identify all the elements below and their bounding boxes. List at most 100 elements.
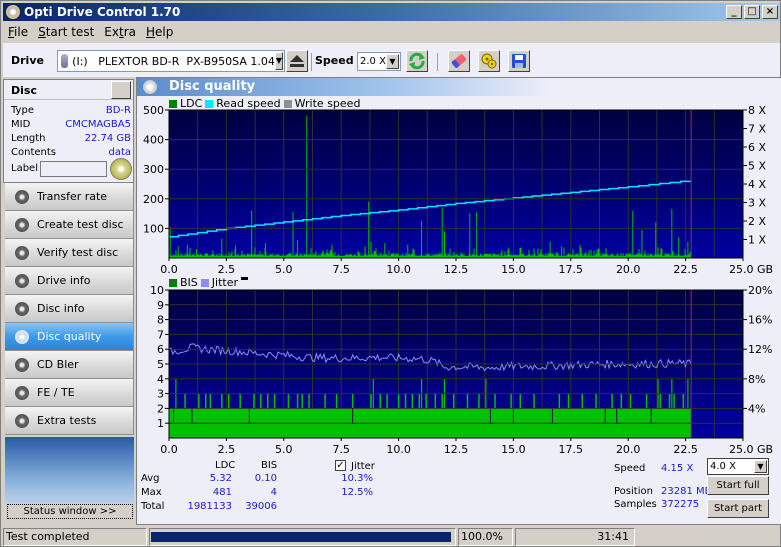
y-tick-label-right: 4% xyxy=(748,402,765,415)
x-tick-label: 20.0 xyxy=(616,263,641,276)
panel-title: Disc quality xyxy=(169,79,256,94)
speed-select[interactable]: 2.0 X ▼ xyxy=(357,52,401,71)
drive-icon xyxy=(61,54,69,68)
progress-percent: 100.0% xyxy=(458,528,513,546)
disc-quality-panel: Disc quality LDC Read speed Write speed … xyxy=(136,77,781,525)
nav-item-label: Extra tests xyxy=(37,414,97,427)
settings-button[interactable] xyxy=(478,50,500,72)
disc-type-key: Type xyxy=(11,105,34,116)
avg-jitter: 10.3% xyxy=(341,473,373,484)
speed-value: 4.15 X xyxy=(661,463,694,474)
y-tick-label-left: 200 xyxy=(143,193,164,206)
app-window: Opti Drive Control 1.70 _ □ × File Start… xyxy=(0,0,781,547)
disc-label-key: Label xyxy=(11,163,38,174)
menu-extra[interactable]: Extra xyxy=(99,25,141,39)
maximize-button[interactable]: □ xyxy=(744,5,760,19)
settings-icon xyxy=(481,53,497,69)
chevron-down-icon[interactable]: ▼ xyxy=(754,460,767,473)
nav-item-disc-info[interactable]: Disc info xyxy=(5,295,134,323)
save-icon xyxy=(512,54,526,68)
start-full-button[interactable]: Start full xyxy=(707,476,769,495)
close-button[interactable]: × xyxy=(762,5,778,19)
disc-refresh-button[interactable] xyxy=(111,81,131,99)
disc-test-icon xyxy=(15,329,29,344)
y-tick-label-left: 500 xyxy=(143,104,164,117)
disc-label-input[interactable] xyxy=(40,161,107,177)
nav-item-verify-test-disc[interactable]: Verify test disc xyxy=(5,239,134,267)
disc-length-value: 22.74 GB xyxy=(84,133,131,144)
drive-value: (I:) PLEXTOR BD-R PX-B950SA 1.04 xyxy=(72,54,275,68)
y-tick-label-right: 1 X xyxy=(748,234,766,247)
toolbar-separator xyxy=(311,53,312,71)
minimize-button[interactable]: _ xyxy=(726,5,742,19)
elapsed-time: 31:41 xyxy=(515,528,635,546)
erase-button[interactable] xyxy=(448,50,470,72)
nav-item-label: Verify test disc xyxy=(37,246,119,259)
eject-button[interactable] xyxy=(286,50,308,72)
x-tick-label: 12.5 xyxy=(444,443,469,456)
samples-value: 372275 xyxy=(661,499,700,510)
y-tick-label-left: 7 xyxy=(157,328,164,341)
total-ldc: 1981133 xyxy=(187,501,232,512)
x-tick-label: 25.0 GB xyxy=(729,263,773,276)
x-tick-label: 0.0 xyxy=(160,263,178,276)
start-part-button[interactable]: Start part xyxy=(707,499,769,518)
y-tick-label-right: 12% xyxy=(748,343,772,356)
y-tick-label-left: 2 xyxy=(157,402,164,415)
disc-mid-key: MID xyxy=(11,119,31,130)
drive-label: Drive xyxy=(11,54,44,67)
nav-item-label: Drive info xyxy=(37,274,91,287)
x-tick-label: 0.0 xyxy=(160,443,178,456)
refresh-button[interactable] xyxy=(406,50,428,72)
y-tick-label-right: 7 X xyxy=(748,123,766,136)
y-tick-label-left: 5 xyxy=(157,358,164,371)
row-total-label: Total xyxy=(141,501,165,512)
test-speed-value: 4.0 X xyxy=(710,461,736,472)
y-tick-label-right: 4 X xyxy=(748,178,766,191)
jitter-checkbox-label: Jitter xyxy=(351,461,375,472)
test-speed-select[interactable]: 4.0 X ▼ xyxy=(707,458,769,475)
disc-test-icon xyxy=(15,301,29,316)
menu-file[interactable]: File xyxy=(3,25,33,39)
avg-ldc: 5.32 xyxy=(209,473,232,484)
nav-item-cd-bler[interactable]: CD Bler xyxy=(5,351,134,379)
nav-item-fe-te[interactable]: FE / TE xyxy=(5,379,134,407)
disc-test-icon xyxy=(15,217,29,232)
y-tick-label-left: 1 xyxy=(157,417,164,430)
chevron-down-icon[interactable]: ▼ xyxy=(386,54,399,69)
eject-icon xyxy=(290,55,304,67)
disc-contents-key: Contents xyxy=(11,147,56,158)
nav-background xyxy=(5,437,134,503)
nav-item-extra-tests[interactable]: Extra tests xyxy=(5,407,134,435)
speed-label: Speed xyxy=(315,54,354,67)
nav-item-label: Disc quality xyxy=(37,330,102,343)
disc-test-icon xyxy=(15,357,29,372)
disc-header-label: Disc xyxy=(11,84,37,97)
disc-test-icon xyxy=(15,273,29,288)
nav-item-disc-quality[interactable]: Disc quality xyxy=(5,323,134,351)
toolbar-separator xyxy=(437,53,438,71)
y-tick-label-right: 8 X xyxy=(748,104,766,117)
drive-select[interactable]: (I:) PLEXTOR BD-R PX-B950SA 1.04 ▼ xyxy=(57,50,285,72)
disc-label-cd-icon[interactable] xyxy=(110,158,132,180)
x-tick-label: 10.0 xyxy=(386,263,411,276)
nav-item-drive-info[interactable]: Drive info xyxy=(5,267,134,295)
nav-item-create-test-disc[interactable]: Create test disc xyxy=(5,211,134,239)
position-label: Position xyxy=(614,486,653,497)
disc-contents-value: data xyxy=(108,147,131,158)
save-button[interactable] xyxy=(508,50,530,72)
x-tick-label: 5.0 xyxy=(275,263,293,276)
bis-jitter-chart: 123456789104%8%12%16%20%0.0 2.5 5.0 7.5 10.0… xyxy=(150,284,773,456)
menu-start-test[interactable]: Start test xyxy=(33,25,99,39)
progress-fill xyxy=(151,532,451,542)
y-tick-label-right: 5 X xyxy=(748,160,766,173)
chevron-down-icon[interactable]: ▼ xyxy=(274,52,283,70)
y-tick-label-right: 3 X xyxy=(748,197,766,210)
disc-length-row: Length 22.74 GB xyxy=(11,133,131,144)
menu-help[interactable]: Help xyxy=(141,25,178,39)
jitter-checkbox[interactable]: ✓ xyxy=(335,460,346,471)
status-window-button[interactable]: Status window >> xyxy=(7,504,133,519)
nav-item-transfer-rate[interactable]: Transfer rate xyxy=(5,183,134,211)
x-tick-label: 2.5 xyxy=(218,443,236,456)
sidebar: Disc Type BD-R MID CMCMAGBA5 Length 22.74 G… xyxy=(3,79,134,525)
